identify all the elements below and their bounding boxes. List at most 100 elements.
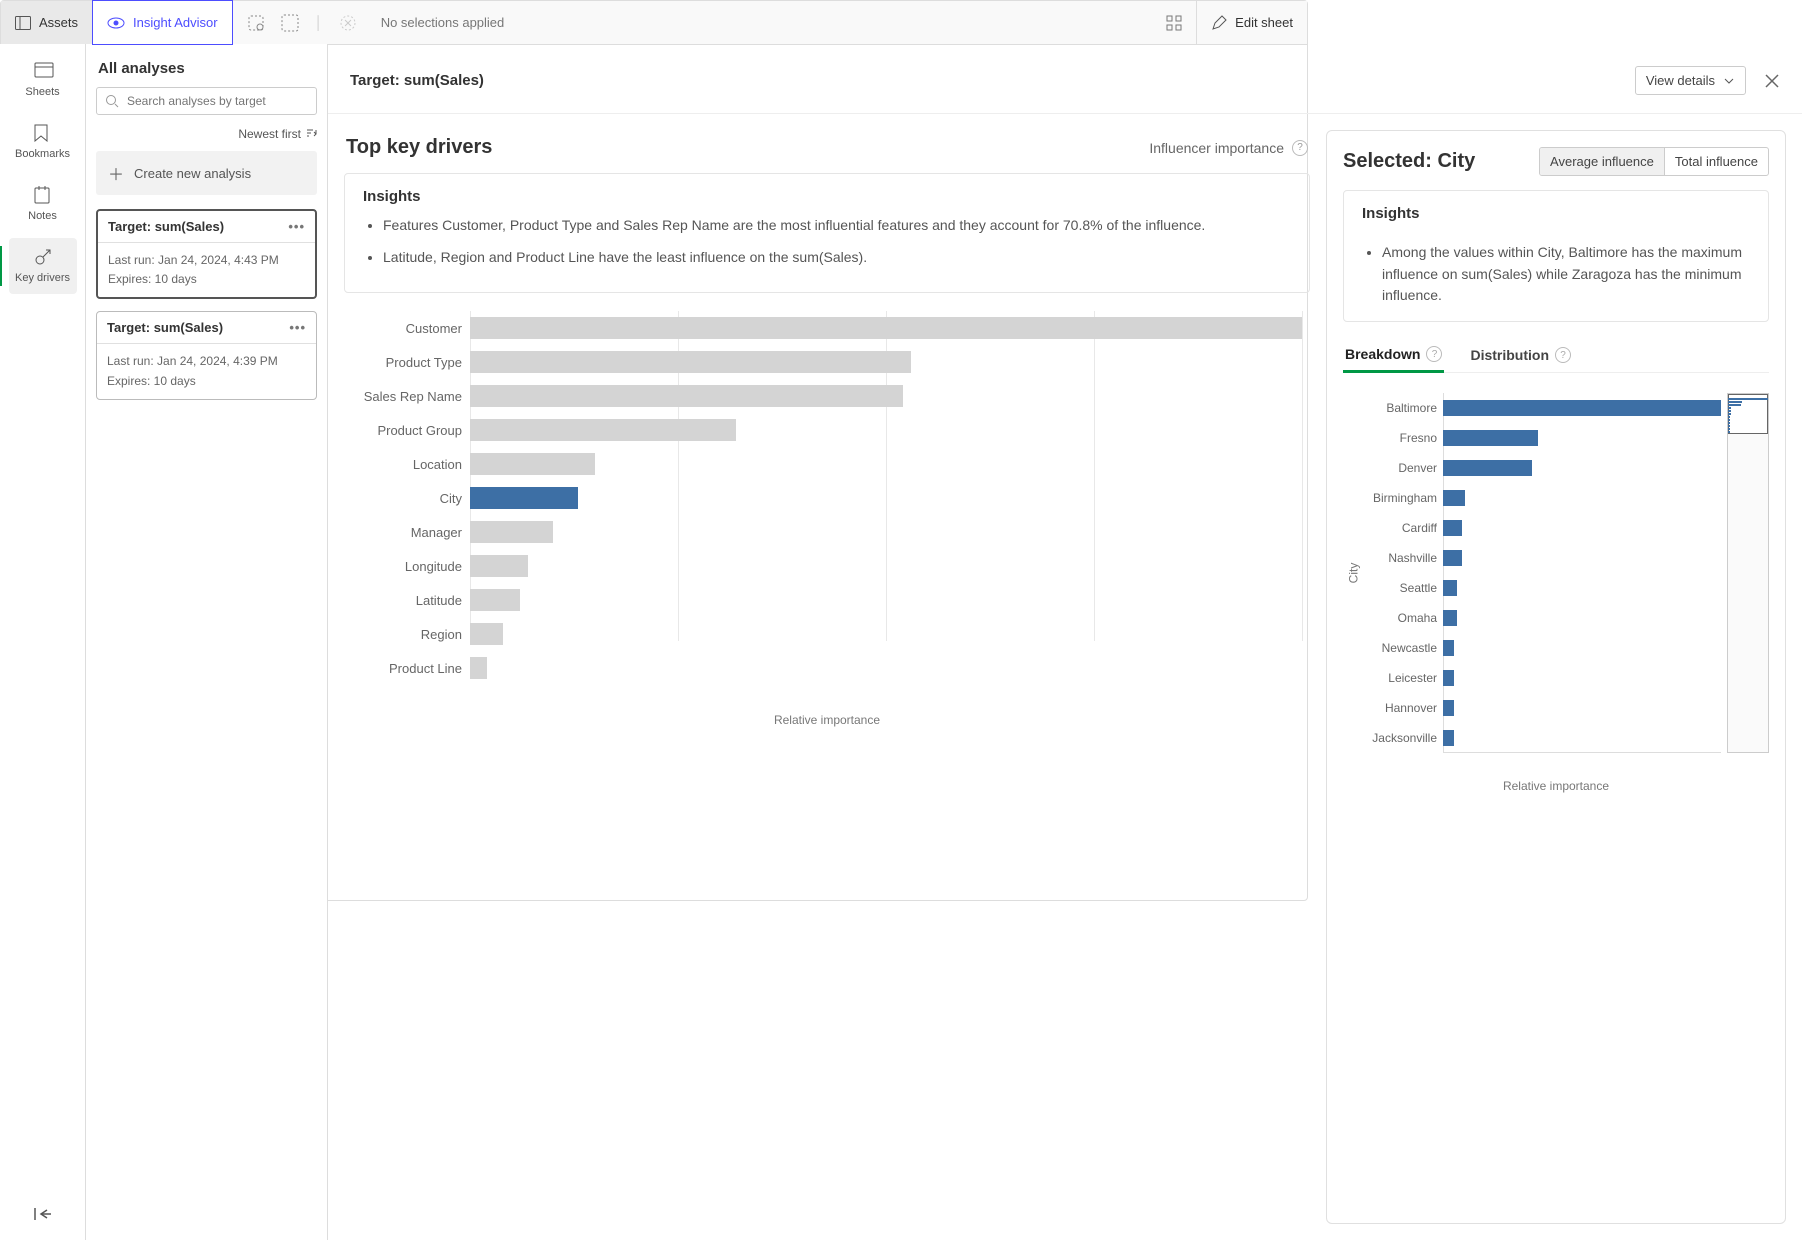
edit-sheet-label: Edit sheet	[1235, 15, 1293, 30]
kd-xlabel: Relative importance	[344, 713, 1310, 727]
analyses-title: All analyses	[98, 60, 315, 77]
kd-bar-label: Sales Rep Name	[344, 389, 462, 404]
city-bar-row[interactable]: Jacksonville	[1443, 723, 1721, 753]
insight-advisor-button[interactable]: Insight Advisor	[92, 0, 233, 45]
insights-box: Insights Features Customer, Product Type…	[344, 173, 1310, 293]
card-menu-icon[interactable]: •••	[288, 219, 305, 234]
kd-bar-row[interactable]: Product Line	[470, 651, 1302, 685]
analysis-card[interactable]: Target: sum(Sales) ••• Last run: Jan 24,…	[96, 311, 317, 399]
city-xlabel: Relative importance	[1343, 779, 1769, 793]
clear-selections-icon[interactable]	[339, 14, 357, 32]
kd-bar-row[interactable]: Longitude	[470, 549, 1302, 583]
kd-bar-row[interactable]: Manager	[470, 515, 1302, 549]
insight-label: Insight Advisor	[133, 15, 218, 30]
key-drivers-column: Top key drivers Influencer importance ? …	[344, 130, 1310, 1224]
assets-button[interactable]: Assets	[1, 1, 93, 44]
sel-insight-item: Among the values within City, Baltimore …	[1382, 242, 1750, 307]
city-bar-row[interactable]: Denver	[1443, 453, 1721, 483]
tab-breakdown[interactable]: Breakdown ?	[1343, 338, 1444, 373]
tabs: Breakdown ? Distribution ?	[1343, 338, 1769, 373]
pencil-icon	[1211, 15, 1227, 31]
plus-icon: ＋	[108, 161, 124, 185]
kd-bar-label: City	[344, 491, 462, 506]
kd-bar-row[interactable]: Region	[470, 617, 1302, 651]
card-last-run: Last run: Jan 24, 2024, 4:39 PM	[107, 352, 306, 371]
rail-bookmarks[interactable]: Bookmarks	[9, 114, 77, 170]
card-last-run: Last run: Jan 24, 2024, 4:43 PM	[108, 251, 305, 270]
rail-key-drivers-label: Key drivers	[15, 272, 70, 284]
rail-key-drivers[interactable]: Key drivers	[9, 238, 77, 294]
city-bar-row[interactable]: Leicester	[1443, 663, 1721, 693]
influence-segmented[interactable]: Average influence Total influence	[1539, 147, 1769, 176]
city-bar-label: Fresno	[1363, 431, 1437, 445]
kd-bar-row[interactable]: Customer	[470, 311, 1302, 345]
kd-title: Top key drivers	[346, 136, 492, 159]
city-chart: BaltimoreFresnoDenverBirminghamCardiffNa…	[1363, 393, 1721, 753]
search-input-wrapper[interactable]	[96, 87, 317, 115]
collapse-rail-button[interactable]	[31, 1202, 55, 1226]
city-bar-row[interactable]: Cardiff	[1443, 513, 1721, 543]
help-icon[interactable]: ?	[1292, 140, 1308, 156]
search-input[interactable]	[127, 94, 308, 108]
rail-notes-label: Notes	[28, 210, 57, 222]
bookmark-icon	[34, 124, 52, 142]
card-title: Target: sum(Sales)	[108, 219, 224, 234]
kd-bar-row[interactable]: Product Group	[470, 413, 1302, 447]
sort-dropdown[interactable]: Newest first	[96, 127, 317, 141]
city-bar-row[interactable]: Birmingham	[1443, 483, 1721, 513]
card-menu-icon[interactable]: •••	[289, 320, 306, 335]
create-analysis-button[interactable]: ＋ Create new analysis	[96, 151, 317, 195]
smart-search-icon[interactable]	[281, 14, 299, 32]
city-bar-row[interactable]: Newcastle	[1443, 633, 1721, 663]
card-expires: Expires: 10 days	[107, 372, 306, 391]
city-bar-label: Cardiff	[1363, 521, 1437, 535]
edit-sheet-button[interactable]: Edit sheet	[1196, 1, 1307, 44]
seg-average[interactable]: Average influence	[1540, 148, 1664, 175]
help-icon[interactable]: ?	[1555, 347, 1571, 363]
card-title: Target: sum(Sales)	[107, 320, 223, 335]
city-bar-label: Jacksonville	[1363, 731, 1437, 745]
card-expires: Expires: 10 days	[108, 270, 305, 289]
main-area: Target: sum(Sales) View details Top key …	[328, 44, 1802, 1240]
city-bar-row[interactable]: Baltimore	[1443, 393, 1721, 423]
view-details-button[interactable]: View details	[1635, 66, 1746, 95]
kd-bar-row[interactable]: Sales Rep Name	[470, 379, 1302, 413]
kd-bar-label: Customer	[344, 321, 462, 336]
topbar: Assets Insight Advisor │ No selections a…	[1, 1, 1307, 45]
help-icon[interactable]: ?	[1426, 346, 1442, 362]
tab-distribution[interactable]: Distribution ?	[1468, 338, 1573, 372]
rail-notes[interactable]: Notes	[9, 176, 77, 232]
city-bar-label: Seattle	[1363, 581, 1437, 595]
city-bar-label: Omaha	[1363, 611, 1437, 625]
kd-bar-row[interactable]: City	[470, 481, 1302, 515]
kd-bar-row[interactable]: Location	[470, 447, 1302, 481]
city-bar-row[interactable]: Fresno	[1443, 423, 1721, 453]
insight-icon	[107, 16, 125, 30]
city-bar-row[interactable]: Seattle	[1443, 573, 1721, 603]
selected-column: Selected: City Average influence Total i…	[1326, 130, 1786, 1224]
kd-bar-label: Location	[344, 457, 462, 472]
target-title: Target: sum(Sales)	[350, 72, 484, 89]
rail-sheets[interactable]: Sheets	[9, 52, 77, 108]
kd-bar-row[interactable]: Latitude	[470, 583, 1302, 617]
app-grid-button[interactable]	[1152, 1, 1196, 44]
rail-sheets-label: Sheets	[25, 86, 59, 98]
influencer-label: Influencer importance	[1149, 140, 1284, 156]
assets-label: Assets	[39, 15, 78, 30]
notes-icon	[34, 186, 52, 204]
city-bar-row[interactable]: Hannover	[1443, 693, 1721, 723]
kd-bar-label: Product Line	[344, 661, 462, 676]
city-bar-row[interactable]: Omaha	[1443, 603, 1721, 633]
sel-insights-title: Insights	[1362, 205, 1750, 222]
selection-tools: │ No selections applied	[233, 1, 527, 44]
analysis-card[interactable]: Target: sum(Sales) ••• Last run: Jan 24,…	[96, 209, 317, 299]
city-bar-row[interactable]: Nashville	[1443, 543, 1721, 573]
selection-tool-icon[interactable]	[247, 14, 265, 32]
grid-icon	[1166, 15, 1182, 31]
seg-total[interactable]: Total influence	[1664, 148, 1768, 175]
kd-bar-row[interactable]: Product Type	[470, 345, 1302, 379]
close-button[interactable]	[1764, 73, 1780, 89]
view-details-label: View details	[1646, 73, 1715, 88]
city-scroll-minimap[interactable]	[1727, 393, 1769, 753]
insights-title: Insights	[363, 188, 1291, 205]
